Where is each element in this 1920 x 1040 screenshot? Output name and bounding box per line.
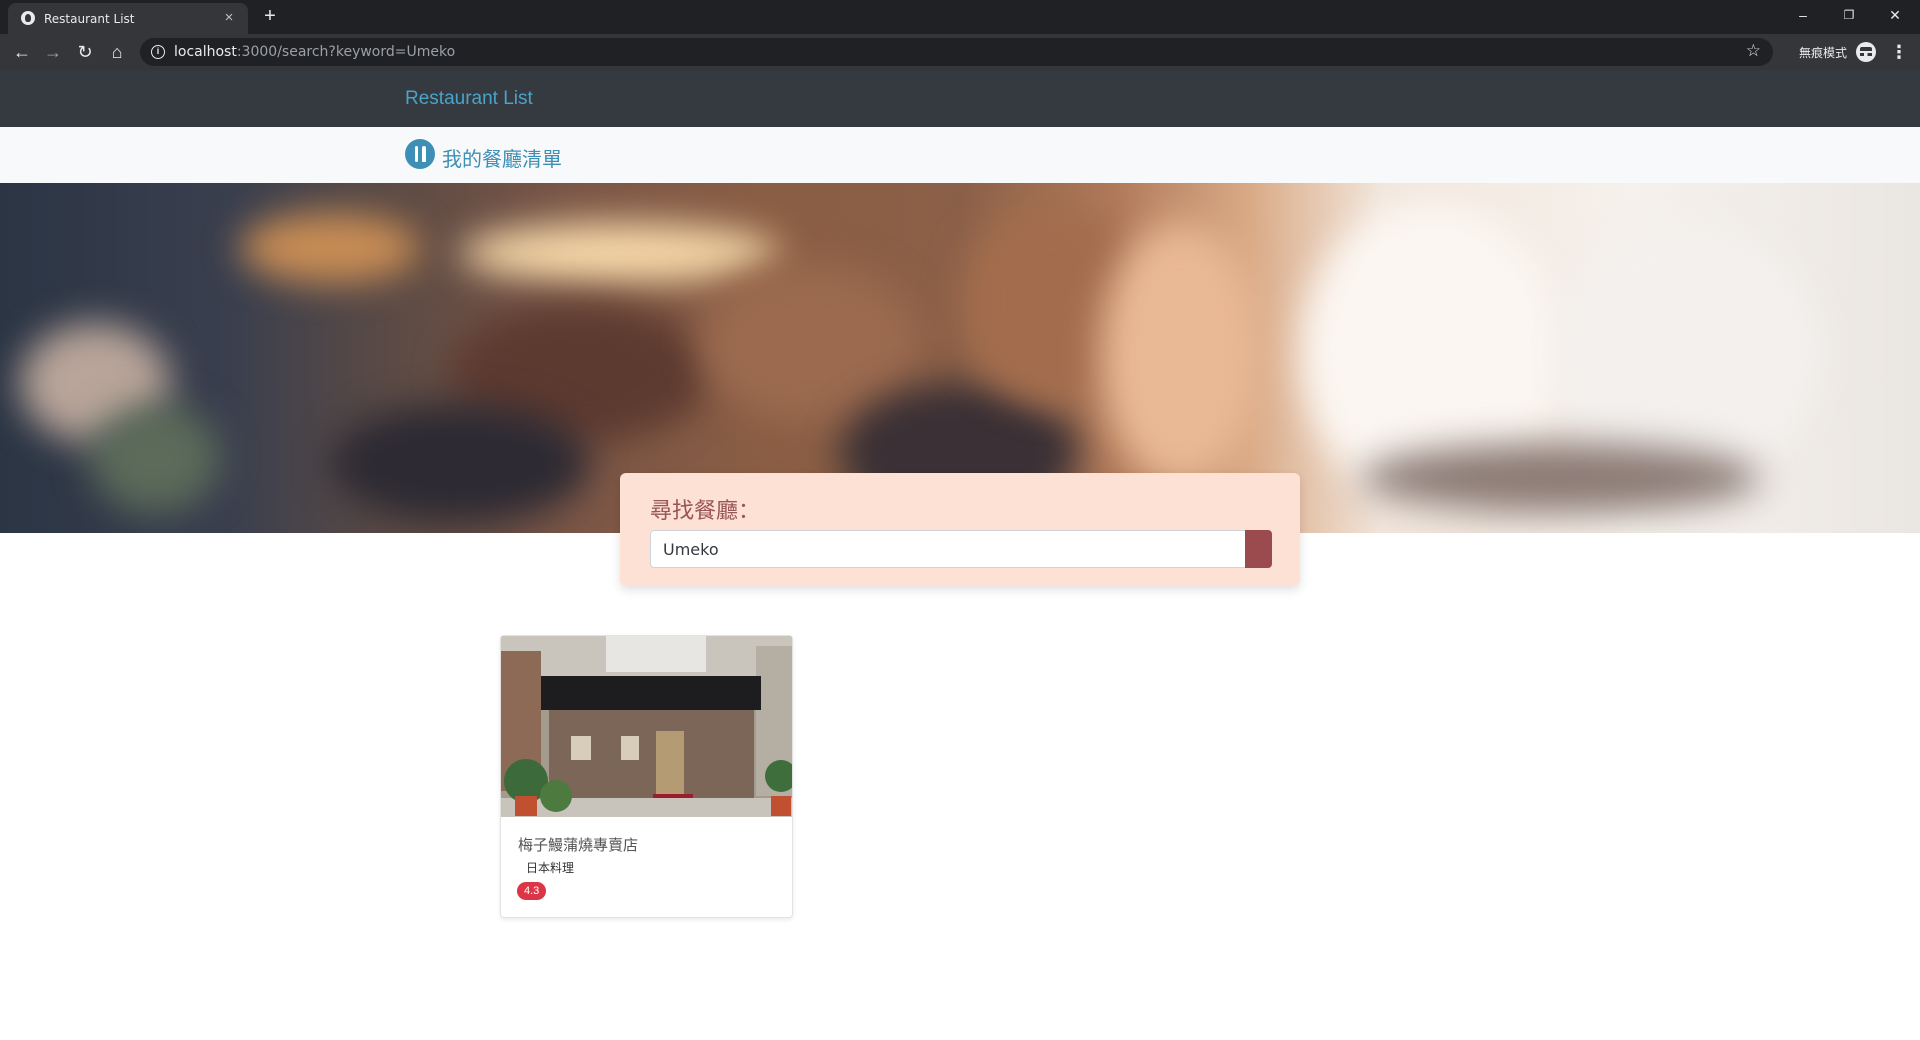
url-host: localhost <box>174 44 237 60</box>
incognito-icon[interactable] <box>1856 42 1876 62</box>
search-input[interactable] <box>650 530 1245 568</box>
utensils-icon <box>405 139 435 169</box>
tab-title: Restaurant List <box>44 12 135 26</box>
tab-close-icon[interactable]: × <box>220 9 238 27</box>
restore-icon[interactable]: ❐ <box>1826 0 1872 30</box>
new-tab-button[interactable]: + <box>258 5 282 29</box>
restaurant-photo <box>501 636 792 817</box>
restaurant-name: 梅子鰻蒲燒專賣店 <box>518 836 639 854</box>
site-navbar: Restaurant List <box>0 70 1920 127</box>
search-button[interactable] <box>1245 530 1272 568</box>
browser-tab[interactable]: Restaurant List × <box>8 3 248 34</box>
site-subbar: 我的餐廳清單 <box>0 127 1920 183</box>
minimize-icon[interactable]: – <box>1780 0 1826 30</box>
rating-badge: 4.3 <box>517 882 547 900</box>
back-icon[interactable]: ← <box>10 40 34 64</box>
search-label: 尋找餐廳： <box>650 499 761 524</box>
bookmark-star-icon[interactable]: ☆ <box>1746 41 1761 61</box>
restaurant-card[interactable]: 梅子鰻蒲燒專賣店 日本料理 4.3 <box>500 635 793 918</box>
restaurant-category: 日本料理 <box>526 861 575 875</box>
incognito-label: 無痕模式 <box>1799 46 1848 60</box>
site-info-icon[interactable]: i <box>151 45 165 59</box>
browser-toolbar: ← → ↻ ⌂ i localhost:3000/search?keyword=… <box>0 34 1920 70</box>
url-path: :3000/search?keyword=Umeko <box>236 44 456 60</box>
search-panel: 尋找餐廳： <box>620 473 1300 586</box>
address-bar[interactable]: i localhost:3000/search?keyword=Umeko ☆ <box>140 38 1773 66</box>
page-title[interactable]: 我的餐廳清單 <box>442 143 562 172</box>
close-window-icon[interactable]: ✕ <box>1872 0 1918 30</box>
home-icon[interactable]: ⌂ <box>105 40 129 64</box>
browser-menu-icon[interactable]: ⋮ <box>1890 41 1908 63</box>
page-content: Restaurant List 我的餐廳清單 尋找餐廳： Umeko 梅子鰻蒲燒… <box>0 70 1920 1040</box>
forward-icon[interactable]: → <box>41 40 65 64</box>
url-text[interactable]: localhost:3000/search?keyword=Umeko <box>174 44 455 60</box>
favicon-icon <box>21 11 35 25</box>
navbar-brand[interactable]: Restaurant List <box>405 88 533 110</box>
reload-icon[interactable]: ↻ <box>73 40 97 64</box>
browser-tabstrip: Restaurant List × + – ❐ ✕ <box>0 0 1920 34</box>
